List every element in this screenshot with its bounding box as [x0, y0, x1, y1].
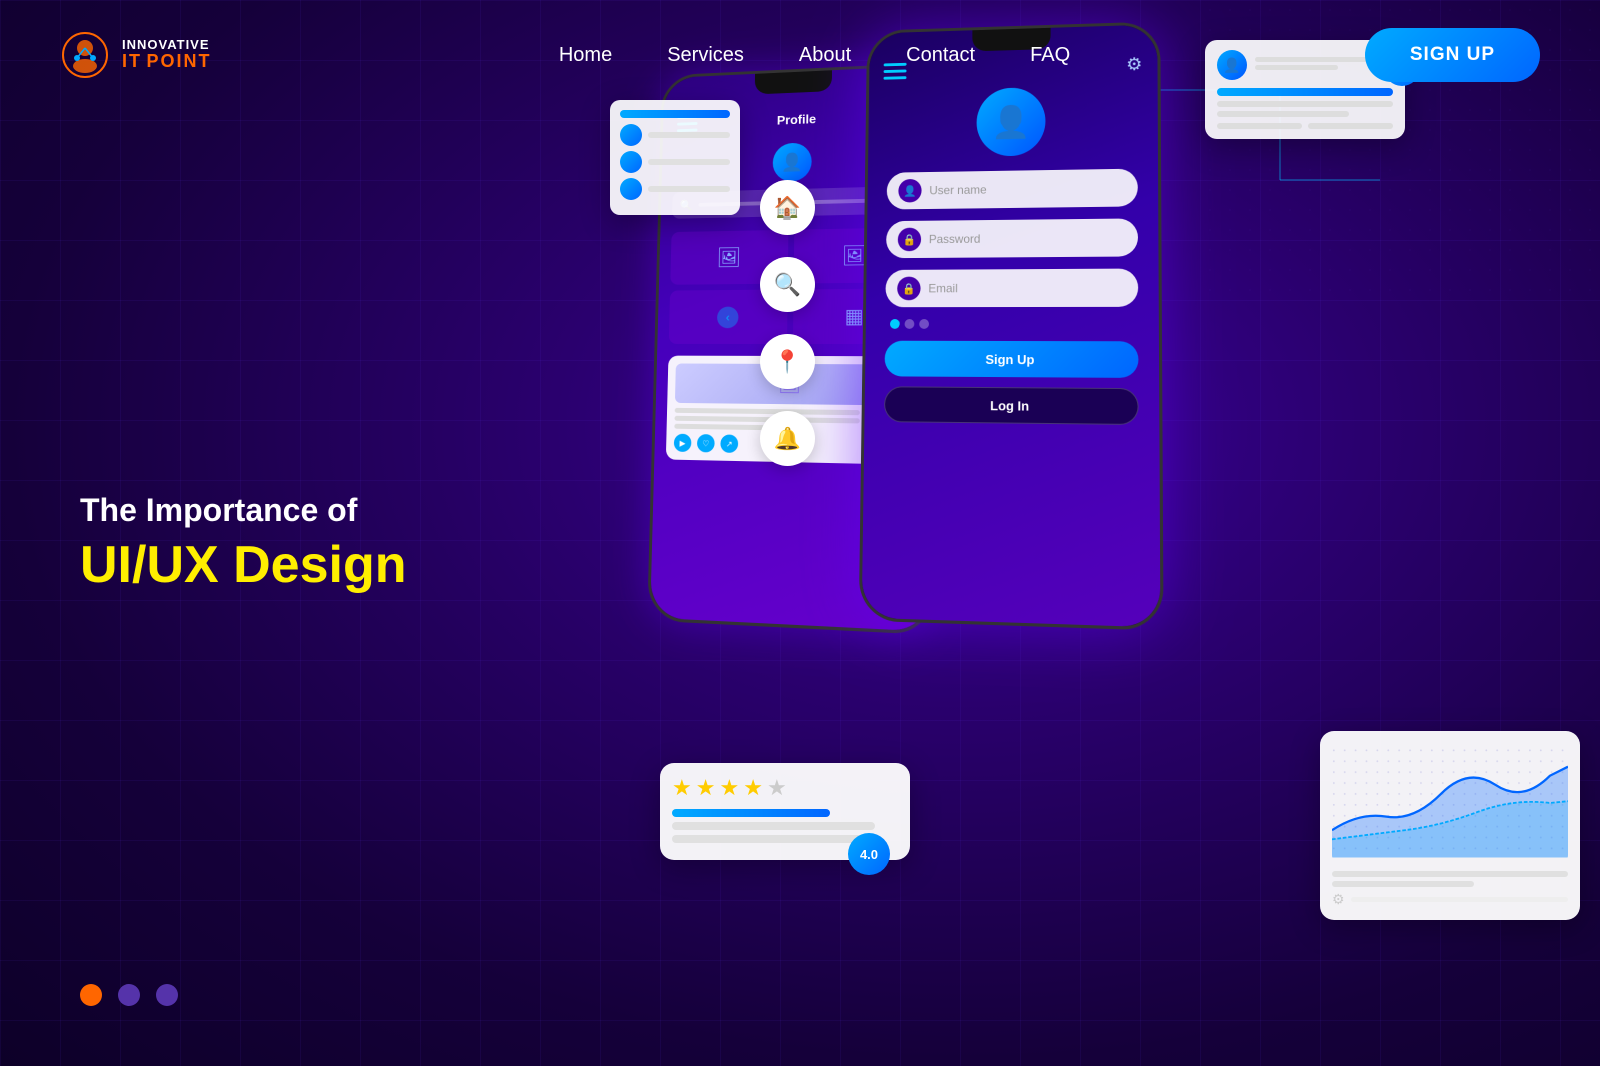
logo-it-point: IT POINT [122, 52, 211, 72]
chart-line-2 [1332, 881, 1474, 887]
phone1-title: Profile [777, 111, 816, 127]
rp-bar-2 [1308, 123, 1393, 129]
rating-bar-3 [672, 835, 864, 843]
left-floating-panel [610, 100, 740, 215]
ratings-panel: ★ ★ ★ ★ ★ 4.0 [660, 763, 910, 860]
left-panel-line-1 [648, 132, 730, 138]
phone2-signup-btn[interactable]: Sign Up [884, 341, 1138, 378]
phone1-circle-2: ♡ [697, 434, 715, 452]
phone1-circle-1: ▶ [674, 434, 692, 452]
left-panel-row-1 [620, 124, 730, 146]
phone2-user-icon: 👤 [898, 179, 921, 203]
chart-svg [1332, 743, 1568, 863]
phone2: ⚙ 👤 👤 User name 🔒 Password 🔒 Email [859, 21, 1164, 630]
phone2-toggle [885, 319, 1138, 329]
phone1-circle-3: ↗ [720, 434, 738, 452]
signup-button[interactable]: SIGN UP [1365, 28, 1540, 82]
phones-container: 🏠 🔍 📍 🔔 Profi [600, 0, 1600, 980]
left-panel-line-2 [648, 159, 730, 165]
phone2-username-label: User name [929, 183, 986, 197]
chart-area [1332, 743, 1568, 863]
nav-faq[interactable]: FAQ [1030, 44, 1070, 67]
dot-3[interactable] [156, 984, 178, 1006]
toggle-dot-3 [919, 319, 929, 329]
home-icon-circle: 🏠 [760, 180, 815, 235]
phone2-email-field: 🔒 Email [885, 269, 1138, 308]
logo-innovative: INNOVATIVE [122, 38, 211, 52]
phone2-login-btn[interactable]: Log In [884, 386, 1139, 425]
chart-panel: ⚙ [1320, 731, 1580, 920]
chart-bar-small [1351, 897, 1568, 902]
left-panel-dot-2 [620, 151, 642, 173]
rating-bar-2 [672, 822, 875, 830]
left-panel-row-2 [620, 151, 730, 173]
left-panel-row-3 [620, 178, 730, 200]
left-panel-dot-3 [620, 178, 642, 200]
chart-bottom-row: ⚙ [1332, 891, 1568, 908]
chart-line-1 [1332, 871, 1568, 877]
phone1-avatar: 👤 [773, 142, 812, 182]
chart-panel-lines [1332, 871, 1568, 887]
phone2-form: 👤 User name 🔒 Password 🔒 Email [864, 168, 1159, 435]
nav-contact[interactable]: Contact [906, 44, 975, 67]
dot-1[interactable] [80, 984, 102, 1006]
logo-area: INNOVATIVE IT POINT [60, 30, 211, 80]
nav-about[interactable]: About [799, 44, 851, 67]
chart-gear-icon: ⚙ [1332, 891, 1345, 908]
star-4: ★ [743, 775, 763, 801]
star-3: ★ [719, 775, 739, 801]
nav-home[interactable]: Home [559, 44, 612, 67]
left-panel-dot-1 [620, 124, 642, 146]
phone2-email-icon: 🔒 [897, 277, 921, 301]
phone2-email-label: Email [928, 281, 958, 295]
phone2-username-field: 👤 User name [887, 169, 1138, 210]
rating-bar-1 [672, 809, 830, 817]
dot-2[interactable] [118, 984, 140, 1006]
phone2-password-label: Password [929, 232, 981, 246]
nav-links: Home Services About Contact FAQ [359, 44, 1070, 67]
hero-subtitle: The Importance of [80, 492, 407, 529]
hero-title: UI/UX Design [80, 537, 407, 594]
rp-gray-bar-2 [1217, 111, 1349, 117]
search-icon-circle: 🔍 [760, 257, 815, 312]
rp-bar-1 [1217, 123, 1302, 129]
rating-badge: 4.0 [848, 833, 890, 875]
stars-row: ★ ★ ★ ★ ★ [672, 775, 898, 801]
page-wrapper: INNOVATIVE IT POINT Home Services About … [0, 0, 1600, 1066]
hero-text: The Importance of UI/UX Design [80, 492, 407, 594]
logo-it: IT [122, 51, 142, 71]
phone2-screen: ⚙ 👤 👤 User name 🔒 Password 🔒 Email [862, 24, 1161, 627]
phone2-lock-icon: 🔒 [898, 228, 922, 252]
pagination-dots [80, 984, 178, 1006]
toggle-dot-1 [890, 319, 900, 329]
location-icon-circle: 📍 [760, 334, 815, 389]
logo-point: POINT [146, 51, 211, 71]
bell-icon-circle: 🔔 [760, 411, 815, 466]
navbar: INNOVATIVE IT POINT Home Services About … [0, 0, 1600, 110]
phone2-password-field: 🔒 Password [886, 218, 1138, 258]
star-1: ★ [672, 775, 692, 801]
left-panel-header [620, 110, 730, 118]
toggle-dot-2 [905, 319, 915, 329]
star-5: ★ [767, 775, 787, 801]
logo-text: INNOVATIVE IT POINT [122, 38, 211, 72]
left-panel-line-3 [648, 186, 730, 192]
star-2: ★ [696, 775, 716, 801]
nav-services[interactable]: Services [667, 44, 744, 67]
logo-icon [60, 30, 110, 80]
icon-circles: 🏠 🔍 📍 🔔 [760, 180, 815, 466]
rp-bottom-row [1217, 123, 1393, 129]
